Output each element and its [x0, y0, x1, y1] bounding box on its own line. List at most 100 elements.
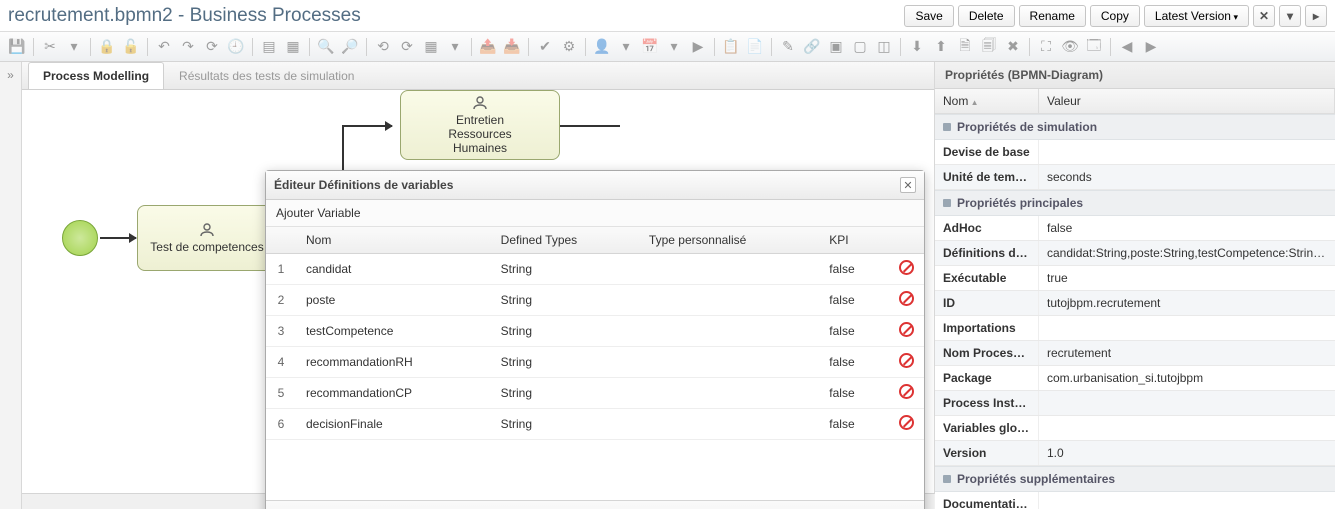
var-name[interactable]: poste [296, 285, 491, 316]
col-kpi[interactable]: KPI [819, 227, 889, 254]
rename-button[interactable]: Rename [1019, 5, 1086, 27]
property-row[interactable]: AdHocfalse [935, 216, 1335, 241]
property-value[interactable]: candidat:String,poste:String,testCompete… [1039, 241, 1335, 265]
var-custom-type[interactable] [639, 347, 819, 378]
group-icon[interactable]: ▣ [825, 36, 847, 58]
table-row[interactable]: 6decisionFinaleStringfalse [266, 409, 924, 440]
property-row[interactable]: Process Inst… [935, 391, 1335, 416]
process-icon[interactable]: ⚙ [558, 36, 580, 58]
delete-row-button[interactable] [889, 254, 924, 285]
copy-icon[interactable]: 📋 [720, 36, 742, 58]
property-value[interactable] [1039, 492, 1335, 509]
property-row[interactable]: Nom Proces…recrutement [935, 341, 1335, 366]
table-row[interactable]: 5recommandationCPStringfalse [266, 378, 924, 409]
col-defined-types[interactable]: Defined Types [491, 227, 639, 254]
var-type[interactable]: String [491, 378, 639, 409]
var-kpi[interactable]: false [819, 254, 889, 285]
unlock-icon[interactable]: 🔓 [120, 36, 142, 58]
var-kpi[interactable]: false [819, 316, 889, 347]
file-icon[interactable]: 🗎 [954, 36, 976, 58]
export-icon[interactable]: 📤 [477, 36, 499, 58]
zoom-out-icon[interactable]: 🔎 [339, 36, 361, 58]
var-custom-type[interactable] [639, 409, 819, 440]
property-row[interactable]: Unité de tem…seconds [935, 165, 1335, 190]
add-variable-label[interactable]: Ajouter Variable [266, 200, 924, 227]
property-row[interactable]: IDtutojbpm.recrutement [935, 291, 1335, 316]
property-value[interactable]: 1.0 [1039, 441, 1335, 465]
start-event[interactable] [62, 220, 98, 256]
lock-icon[interactable]: 🔒 [96, 36, 118, 58]
close-icon[interactable]: ✕ [1253, 5, 1275, 27]
link-icon[interactable]: 🔗 [801, 36, 823, 58]
property-value[interactable]: tutojbpm.recrutement [1039, 291, 1335, 315]
expand-palette-handle[interactable]: » [0, 62, 22, 509]
calendar-icon[interactable]: 📅 [639, 36, 661, 58]
property-row[interactable]: Définitions d…candidat:String,poste:Stri… [935, 241, 1335, 266]
sequence-flow[interactable] [342, 125, 392, 127]
var-name[interactable]: recommandationCP [296, 378, 491, 409]
var-type[interactable]: String [491, 254, 639, 285]
align-icon[interactable]: ▤ [258, 36, 280, 58]
table-row[interactable]: 2posteStringfalse [266, 285, 924, 316]
var-type[interactable]: String [491, 316, 639, 347]
user-icon[interactable]: 👤 [591, 36, 613, 58]
user-task-entretien-rh[interactable]: Entretien Ressources Humaines [400, 90, 560, 160]
maximize-icon[interactable]: ▸ [1305, 5, 1327, 27]
var-name[interactable]: recommandationRH [296, 347, 491, 378]
dialog-header[interactable]: Éditeur Définitions de variables ✕ [266, 171, 924, 200]
properties-col-value[interactable]: Valeur [1039, 89, 1335, 114]
forward-icon[interactable]: ⟳ [396, 36, 418, 58]
section-simulation[interactable]: Propriétés de simulation [935, 114, 1335, 140]
dropdown-icon[interactable]: ▾ [63, 36, 85, 58]
section-main[interactable]: Propriétés principales [935, 190, 1335, 216]
dropdown-icon[interactable]: ▾ [663, 36, 685, 58]
property-value[interactable]: com.urbanisation_si.tutojbpm [1039, 366, 1335, 390]
property-value[interactable] [1039, 391, 1335, 415]
undo-icon[interactable]: ↶ [153, 36, 175, 58]
save-icon[interactable]: 💾 [6, 36, 28, 58]
validate-icon[interactable]: ✔ [534, 36, 556, 58]
property-row[interactable]: Exécutabletrue [935, 266, 1335, 291]
var-type[interactable]: String [491, 409, 639, 440]
grid-icon[interactable]: ▦ [420, 36, 442, 58]
tab-process-modelling[interactable]: Process Modelling [28, 62, 164, 89]
property-row[interactable]: Importations [935, 316, 1335, 341]
sequence-flow[interactable] [100, 237, 136, 239]
var-custom-type[interactable] [639, 254, 819, 285]
delete-row-button[interactable] [889, 409, 924, 440]
upload-icon[interactable]: ⬆ [930, 36, 952, 58]
dropdown-icon[interactable]: ▾ [444, 36, 466, 58]
property-value[interactable]: seconds [1039, 165, 1335, 189]
property-row[interactable]: Packagecom.urbanisation_si.tutojbpm [935, 366, 1335, 391]
col-name[interactable]: Nom [296, 227, 491, 254]
ungroup-icon[interactable]: ▢ [849, 36, 871, 58]
property-row[interactable]: Devise de base [935, 140, 1335, 165]
copy-button[interactable]: Copy [1090, 5, 1140, 27]
tab-simulation-results[interactable]: Résultats des tests de simulation [164, 62, 369, 89]
property-value[interactable]: false [1039, 216, 1335, 240]
window-icon[interactable]: 🗔 [1083, 36, 1105, 58]
version-dropdown[interactable]: Latest Version [1144, 5, 1249, 27]
table-row[interactable]: 3testCompetenceStringfalse [266, 316, 924, 347]
var-type[interactable]: String [491, 347, 639, 378]
redo-icon[interactable]: ↷ [177, 36, 199, 58]
var-kpi[interactable]: false [819, 347, 889, 378]
var-kpi[interactable]: false [819, 285, 889, 316]
var-name[interactable]: testCompetence [296, 316, 491, 347]
delete-row-button[interactable] [889, 316, 924, 347]
next-icon[interactable]: ▶ [1140, 36, 1162, 58]
properties-col-name[interactable]: Nom [935, 89, 1039, 114]
properties-scroll[interactable]: Propriétés de simulation Devise de baseU… [935, 114, 1335, 509]
files-icon[interactable]: 🗐 [978, 36, 1000, 58]
var-custom-type[interactable] [639, 316, 819, 347]
var-name[interactable]: candidat [296, 254, 491, 285]
var-custom-type[interactable] [639, 378, 819, 409]
delete-row-button[interactable] [889, 347, 924, 378]
user-task-test-competences[interactable]: Test de competences [137, 205, 277, 271]
property-row[interactable]: Variables glo… [935, 416, 1335, 441]
table-row[interactable]: 1candidatStringfalse [266, 254, 924, 285]
property-row[interactable]: Version1.0 [935, 441, 1335, 466]
delete-button[interactable]: Delete [958, 5, 1015, 27]
property-value[interactable]: recrutement [1039, 341, 1335, 365]
paste-icon[interactable]: 📄 [744, 36, 766, 58]
